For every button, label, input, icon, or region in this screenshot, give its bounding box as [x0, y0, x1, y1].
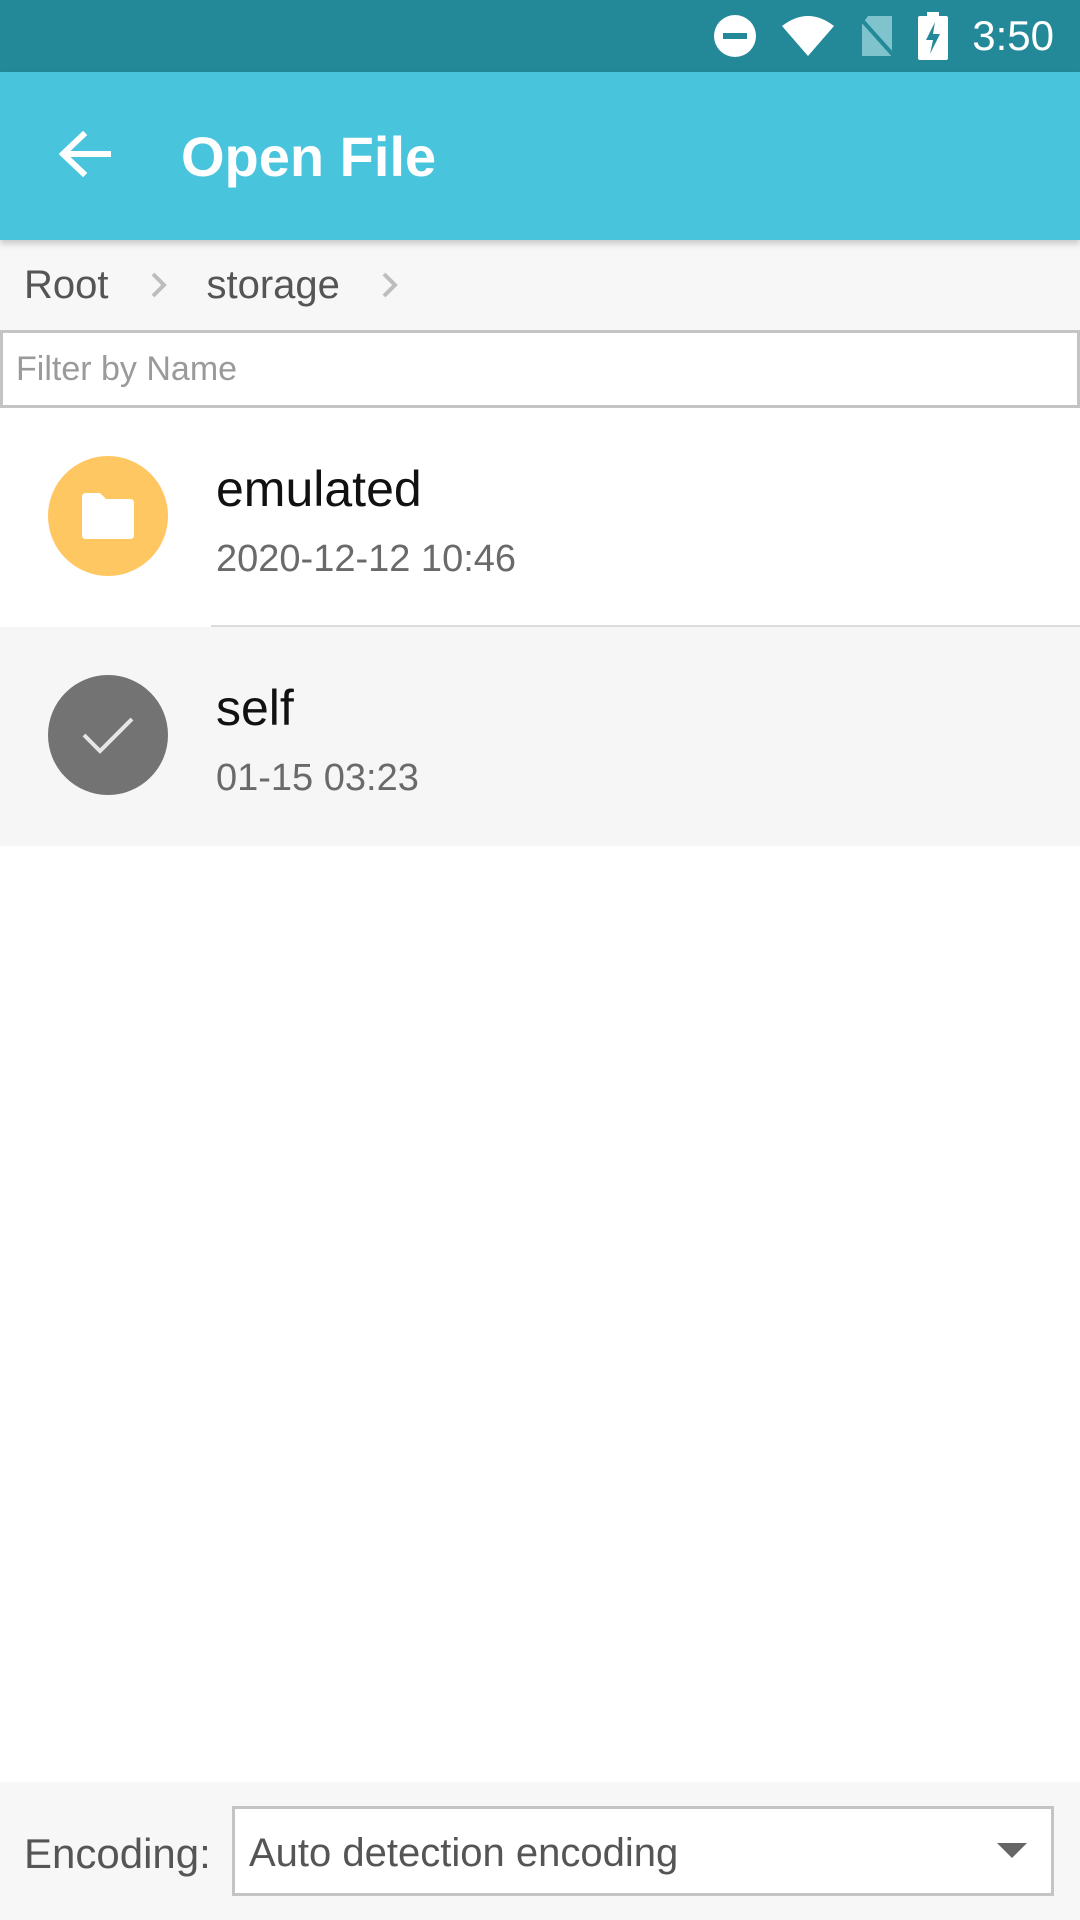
do-not-disturb-icon [712, 13, 758, 59]
breadcrumb-item-root[interactable]: Root [24, 263, 109, 308]
chevron-right-icon [380, 270, 400, 300]
file-date: 2020-12-12 10:46 [216, 538, 517, 580]
dropdown-arrow-icon [997, 1843, 1027, 1864]
list-item[interactable]: self 01-15 03:23 [0, 627, 1080, 846]
file-name: self [216, 680, 294, 736]
arrow-back-icon [58, 130, 112, 182]
chevron-right-icon [149, 270, 169, 300]
list-item[interactable]: emulated 2020-12-12 10:46 [0, 408, 1080, 627]
file-date: 01-15 03:23 [216, 757, 419, 799]
encoding-select[interactable]: Auto detection encoding [232, 1806, 1054, 1896]
wifi-icon [780, 14, 836, 58]
no-sim-icon [858, 14, 896, 58]
encoding-label: Encoding: [24, 1830, 211, 1877]
encoding-value: Auto detection encoding [249, 1831, 679, 1875]
battery-charging-icon [918, 12, 949, 60]
back-button[interactable] [35, 106, 135, 206]
breadcrumb-item-storage[interactable]: storage [207, 263, 340, 308]
status-time: 3:50 [972, 12, 1054, 59]
check-icon [48, 675, 168, 795]
status-bar: 3:50 [0, 0, 1080, 72]
breadcrumb: Root storage [0, 240, 1080, 330]
file-name: emulated [216, 461, 422, 517]
folder-icon [48, 456, 168, 576]
page-title: Open File [181, 124, 437, 188]
filter-input[interactable] [0, 330, 1080, 408]
app-bar: Open File [0, 72, 1080, 240]
file-list: emulated 2020-12-12 10:46 self 01-15 03:… [0, 408, 1080, 846]
encoding-bar: Encoding: Auto detection encoding [0, 1782, 1080, 1920]
